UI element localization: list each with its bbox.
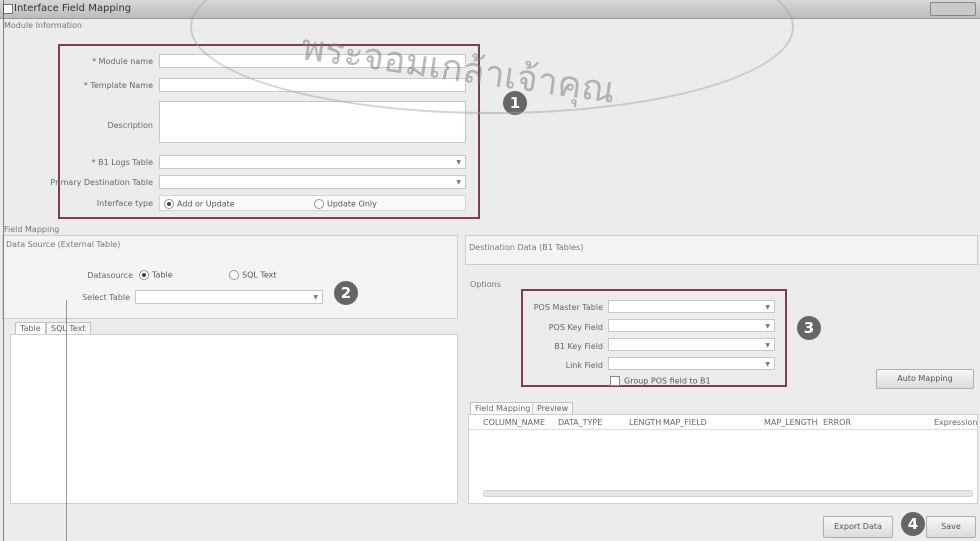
radio-sql-text[interactable]: SQL Text <box>229 270 277 280</box>
window-controls[interactable] <box>930 2 976 16</box>
interface-type-label: Interface type <box>96 199 153 208</box>
checkbox-icon <box>610 376 620 386</box>
b1-logs-table-label: * B1 Logs Table <box>91 158 153 167</box>
pos-master-dropdown[interactable]: ▼ <box>608 300 775 313</box>
col-map-field[interactable]: MAP_FIELD <box>663 418 707 427</box>
primary-destination-dropdown[interactable]: ▼ <box>159 175 466 189</box>
destination-title: Destination Data (B1 Tables) <box>469 243 584 252</box>
radio-table[interactable]: Table <box>139 270 173 280</box>
col-data-type[interactable]: DATA_TYPE <box>558 418 602 427</box>
b1-key-dropdown[interactable]: ▼ <box>608 338 775 351</box>
options-label: Options <box>470 280 501 289</box>
auto-mapping-button[interactable]: Auto Mapping <box>876 369 974 389</box>
datasource-label: Datasource <box>87 271 133 280</box>
col-map-length[interactable]: MAP_LENGTH <box>764 418 818 427</box>
title-bar: Interface Field Mapping <box>0 0 980 19</box>
col-error[interactable]: ERROR <box>823 418 851 427</box>
b1-key-label: B1 Key Field <box>554 342 603 351</box>
select-table-dropdown[interactable]: ▼ <box>135 290 323 304</box>
primary-destination-label: Primary Destination Table <box>50 178 153 187</box>
radio-sql-text-label: SQL Text <box>242 270 277 280</box>
destination-panel: Destination Data (B1 Tables) <box>465 235 978 265</box>
group-pos-checkbox[interactable]: Group POS field to B1 <box>610 376 711 386</box>
col-expression[interactable]: Expression <box>934 418 977 427</box>
link-field-dropdown[interactable]: ▼ <box>608 357 775 370</box>
pos-key-label: POS Key Field <box>548 323 603 332</box>
radio-update-only[interactable]: Update Only <box>314 199 377 209</box>
link-field-label: Link Field <box>565 361 603 370</box>
radio-table-label: Table <box>152 270 173 280</box>
pos-key-dropdown[interactable]: ▼ <box>608 319 775 332</box>
b1-logs-table-dropdown[interactable]: ▼ <box>159 155 466 169</box>
chevron-down-icon: ▼ <box>456 179 461 186</box>
module-name-input[interactable] <box>159 54 466 68</box>
callout-badge-1: 1 <box>503 91 527 115</box>
radio-icon <box>314 199 324 209</box>
save-button[interactable]: Save <box>926 516 976 538</box>
description-textarea[interactable] <box>159 101 466 143</box>
module-name-label: * Module name <box>92 57 153 66</box>
chevron-down-icon: ▼ <box>765 361 770 368</box>
callout-badge-4: 4 <box>901 512 925 536</box>
template-name-input[interactable] <box>159 78 466 92</box>
grid-header: COLUMN_NAME DATA_TYPE LENGTH MAP_FIELD M… <box>469 415 977 430</box>
chevron-down-icon: ▼ <box>765 304 770 311</box>
callout-badge-3: 3 <box>797 316 821 340</box>
radio-icon <box>139 270 149 280</box>
col-length[interactable]: LENGTH <box>629 418 661 427</box>
chevron-down-icon: ▼ <box>765 342 770 349</box>
col-column-name[interactable]: COLUMN_NAME <box>483 418 545 427</box>
data-source-title: Data Source (External Table) <box>6 240 121 249</box>
radio-icon <box>164 199 174 209</box>
module-info-label: Module Information <box>4 21 82 30</box>
source-table-grid[interactable] <box>10 334 458 504</box>
field-mapping-label: Field Mapping <box>4 225 60 234</box>
interface-type-group: Add or Update Update Only <box>159 195 466 211</box>
field-mapping-grid[interactable]: COLUMN_NAME DATA_TYPE LENGTH MAP_FIELD M… <box>468 414 978 504</box>
export-data-button[interactable]: Export Data <box>823 516 893 538</box>
pos-master-label: POS Master Table <box>533 303 603 312</box>
window-title: Interface Field Mapping <box>14 3 132 14</box>
radio-icon <box>229 270 239 280</box>
chevron-down-icon: ▼ <box>313 294 318 301</box>
template-name-label: * Template Name <box>83 81 153 90</box>
horizontal-scrollbar[interactable] <box>483 490 973 497</box>
scan-line-left <box>3 0 4 541</box>
radio-update-only-label: Update Only <box>327 199 377 209</box>
chevron-down-icon: ▼ <box>765 323 770 330</box>
group-pos-label: Group POS field to B1 <box>624 376 711 386</box>
callout-badge-2: 2 <box>334 281 358 305</box>
radio-add-or-update-label: Add or Update <box>177 199 235 209</box>
app-icon <box>3 4 13 14</box>
chevron-down-icon: ▼ <box>456 159 461 166</box>
radio-add-or-update[interactable]: Add or Update <box>164 199 235 209</box>
description-label: Description <box>107 121 153 130</box>
scan-line-middle <box>66 300 67 541</box>
select-table-label: Select Table <box>82 293 130 302</box>
